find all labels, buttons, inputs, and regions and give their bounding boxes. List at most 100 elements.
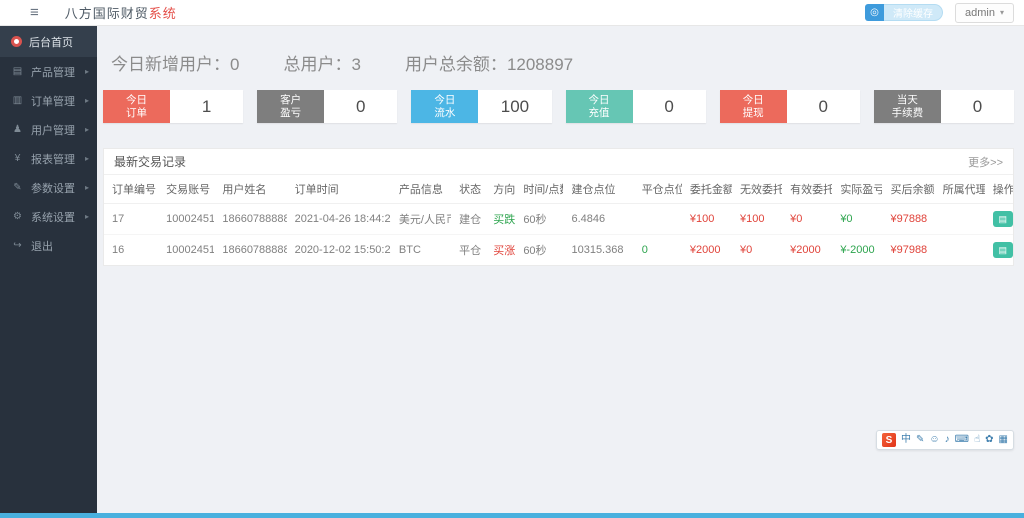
- chevron-right-icon: ▸: [85, 67, 89, 76]
- col-actions: 操作: [985, 175, 1013, 204]
- stat-value: 3: [351, 55, 360, 74]
- panel-header: 最新交易记录 更多>>: [104, 149, 1013, 175]
- sidebar-item-label: 退出: [31, 238, 53, 254]
- col-order-time: 订单时间: [287, 175, 391, 204]
- card-label-line: 客户: [280, 94, 301, 106]
- card-value: 0: [633, 90, 706, 123]
- col-open-price: 建仓点位: [563, 175, 633, 204]
- panel-title: 最新交易记录: [114, 153, 186, 170]
- sogou-logo[interactable]: S: [882, 433, 896, 447]
- table-row: 17 10002451 18660788888 2021-04-26 18:44…: [104, 204, 1013, 235]
- card-label-line: 今日: [743, 94, 764, 106]
- sidebar-item-products[interactable]: ▤ 产品管理 ▸: [0, 57, 97, 86]
- cell-agent: [935, 235, 985, 266]
- cell-product: BTC: [391, 235, 451, 266]
- chevron-right-icon: ▸: [85, 212, 89, 221]
- cell-user-name: 18660788888: [214, 204, 286, 235]
- col-invalid-amount: 无效委托: [732, 175, 782, 204]
- voice-icon[interactable]: ♪: [945, 435, 950, 445]
- menu-toggle-icon[interactable]: ≡: [30, 4, 39, 21]
- card-label-line: 充值: [589, 107, 610, 119]
- user-menu-button[interactable]: admin ▾: [955, 3, 1014, 23]
- sidebar-item-label: 报表管理: [31, 151, 75, 167]
- card-label-line: 今日: [126, 94, 147, 106]
- card-label-line: 流水: [434, 107, 455, 119]
- latest-trades-panel: 最新交易记录 更多>> 订单编号 交易账号 用户姓名 订单时间 产品信息 状态: [103, 148, 1014, 266]
- col-direction: 方向: [485, 175, 515, 204]
- clear-cache-button[interactable]: ◎ 清除缓存: [865, 4, 943, 21]
- cell-direction: 买涨: [485, 235, 515, 266]
- logout-icon: ↪: [11, 240, 24, 251]
- cell-account: 10002451: [158, 235, 214, 266]
- horizontal-scrollbar-thumb[interactable]: [0, 513, 1024, 518]
- cell-balance-after: ¥97988: [882, 235, 934, 266]
- ime-toolbar: S 中 ✎ ☺ ♪ ⌨ ☝ ✿ ▦: [876, 430, 1014, 450]
- sidebar-item-users[interactable]: ♟ 用户管理 ▸: [0, 115, 97, 144]
- topbar: ≡ 八方国际财贸系统 ◎ 清除缓存 admin ▾: [0, 0, 1024, 26]
- col-product: 产品信息: [391, 175, 451, 204]
- col-amount: 委托金额: [682, 175, 732, 204]
- stat-total-users: 总用户：3: [283, 50, 360, 75]
- cell-status: 平仓: [451, 235, 485, 266]
- chevron-right-icon: ▸: [85, 183, 89, 192]
- stat-cards-row: 今日订单 1 客户盈亏 0 今日流水 100 今日充值 0 今日提现 0 当天手…: [103, 90, 1014, 123]
- sidebar-item-parameters[interactable]: ✎ 参数设置 ▸: [0, 173, 97, 202]
- toolbox-icon[interactable]: ▦: [999, 435, 1008, 445]
- card-label-line: 当天: [897, 94, 918, 106]
- col-status: 状态: [451, 175, 485, 204]
- card-value: 100: [478, 90, 551, 123]
- col-agent: 所属代理: [935, 175, 985, 204]
- view-order-button[interactable]: ▤: [993, 242, 1013, 258]
- cell-order-time: 2021-04-26 18:44:21: [287, 204, 391, 235]
- hand-input-icon[interactable]: ☝: [974, 435, 980, 445]
- sidebar-item-system[interactable]: ⚙ 系统设置 ▸: [0, 202, 97, 231]
- cell-order-id: 17: [104, 204, 158, 235]
- dashboard-icon: [11, 36, 22, 47]
- cell-open-price: 10315.368: [563, 235, 633, 266]
- cell-user-name: 18660788888: [214, 235, 286, 266]
- card-today-orders: 今日订单 1: [103, 90, 243, 123]
- sidebar: 后台首页 ▤ 产品管理 ▸ ▥ 订单管理 ▸ ♟ 用户管理 ▸ ¥ 报表管理 ▸…: [0, 26, 97, 518]
- more-link[interactable]: 更多>>: [968, 154, 1003, 170]
- keyboard-icon[interactable]: ⌨: [955, 435, 969, 445]
- list-icon: ▤: [999, 214, 1008, 225]
- card-today-withdrawals: 今日提现 0: [720, 90, 860, 123]
- card-label-line: 今日: [434, 94, 455, 106]
- sidebar-item-dashboard[interactable]: 后台首页: [0, 26, 97, 57]
- card-today-fees: 当天手续费 0: [874, 90, 1014, 123]
- chevron-right-icon: ▸: [85, 96, 89, 105]
- col-time-points: 时间/点数: [515, 175, 563, 204]
- card-value: 1: [170, 90, 243, 123]
- card-value: 0: [941, 90, 1014, 123]
- sidebar-item-orders[interactable]: ▥ 订单管理 ▸: [0, 86, 97, 115]
- cell-amount: ¥100: [682, 204, 732, 235]
- handwriting-icon[interactable]: ✎: [916, 435, 924, 445]
- skin-icon[interactable]: ✿: [985, 435, 993, 445]
- cell-balance-after: ¥97888: [882, 204, 934, 235]
- cell-actions: ▤: [985, 204, 1013, 235]
- card-label: 今日充值: [566, 90, 633, 123]
- stat-total-balance: 用户总余额：1208897: [405, 50, 573, 75]
- sidebar-item-label: 参数设置: [31, 180, 75, 196]
- sidebar-item-logout[interactable]: ↪ 退出: [0, 231, 97, 260]
- cell-product: 美元/人民币: [391, 204, 451, 235]
- card-label: 今日订单: [103, 90, 170, 123]
- chevron-down-icon: ▾: [1000, 8, 1004, 17]
- sidebar-item-reports[interactable]: ¥ 报表管理 ▸: [0, 144, 97, 173]
- stat-value: 1208897: [507, 55, 573, 74]
- col-user-name: 用户姓名: [214, 175, 286, 204]
- cell-order-time: 2020-12-02 15:50:26: [287, 235, 391, 266]
- card-today-deposits: 今日充值 0: [566, 90, 706, 123]
- col-actual-pnl: 实际盈亏: [832, 175, 882, 204]
- cell-amount: ¥2000: [682, 235, 732, 266]
- chevron-right-icon: ▸: [85, 125, 89, 134]
- emoji-icon[interactable]: ☺: [929, 435, 939, 445]
- view-order-button[interactable]: ▤: [993, 211, 1013, 227]
- clear-cache-label: 清除缓存: [884, 4, 943, 21]
- reports-icon: ¥: [11, 153, 24, 164]
- sidebar-item-label: 产品管理: [31, 64, 75, 80]
- card-label-line: 手续费: [892, 107, 924, 119]
- cell-time-points: 60秒: [515, 235, 563, 266]
- chinese-mode-icon[interactable]: 中: [901, 435, 911, 445]
- stat-new-users: 今日新增用户：0: [111, 50, 239, 75]
